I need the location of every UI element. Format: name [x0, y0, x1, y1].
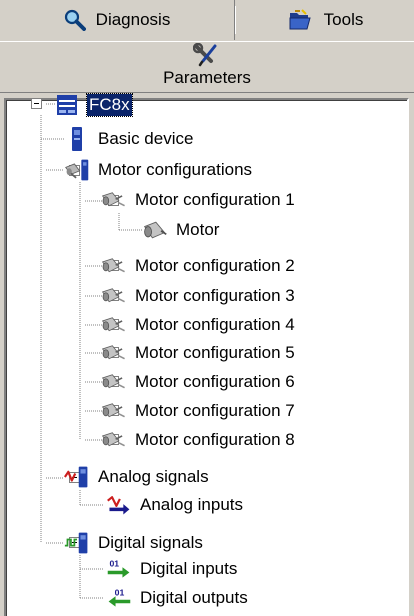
tree-node-motor-configuration-2-label: Motor configuration 2: [135, 256, 295, 275]
tree-node-motor-label: Motor: [176, 220, 220, 239]
tree-node-motor-configuration-3[interactable]: Motor configuration 3: [101, 283, 297, 309]
tree-node-motor-configurations[interactable]: Motor configurations: [64, 157, 254, 183]
expander-root[interactable]: [31, 98, 42, 109]
motor-group-icon: [64, 157, 90, 183]
device-icon: [64, 126, 90, 152]
drive-unit-icon: [55, 92, 81, 118]
tree-node-motor[interactable]: Motor: [142, 217, 221, 243]
analog-signal-device-icon: [64, 464, 90, 490]
tab-tools-label: Tools: [323, 10, 364, 29]
digital-signal-device-icon: [64, 530, 90, 556]
motor-config-icon: [101, 340, 127, 366]
tree-node-motor-configurations-label: Motor configurations: [98, 160, 253, 179]
motor-config-icon: [101, 369, 127, 395]
tree-node-analog-signals[interactable]: Analog signals: [64, 464, 211, 490]
tree-node-digital-signals-label: Digital signals: [98, 533, 203, 552]
tree-node-motor-configuration-8-label: Motor configuration 8: [135, 430, 295, 449]
digital-input-icon: 01: [106, 556, 132, 582]
tree-node-root[interactable]: FC8x: [55, 92, 133, 118]
motor-config-icon: [101, 253, 127, 279]
parameter-panel: Diagnosis Tools Parameters FC8x Basic de…: [0, 0, 414, 616]
svg-text:01: 01: [115, 587, 125, 597]
tree-node-motor-configuration-3-label: Motor configuration 3: [135, 286, 295, 305]
digital-output-icon: 01: [106, 585, 132, 611]
tree-node-analog-signals-label: Analog signals: [98, 467, 209, 486]
tree-node-motor-configuration-4-label: Motor configuration 4: [135, 315, 295, 334]
tree-node-motor-configuration-6[interactable]: Motor configuration 6: [101, 369, 297, 395]
tree-node-motor-configuration-8[interactable]: Motor configuration 8: [101, 427, 297, 453]
tree-node-digital-outputs[interactable]: 01 Digital outputs: [106, 585, 250, 611]
tree-node-motor-configuration-6-label: Motor configuration 6: [135, 372, 295, 391]
tree-node-digital-inputs[interactable]: 01 Digital inputs: [106, 556, 239, 582]
tab-diagnosis-label: Diagnosis: [95, 10, 171, 29]
tab-tools[interactable]: Tools: [237, 0, 414, 40]
wrench-screwdriver-icon: [193, 42, 221, 67]
motor-config-icon: [101, 427, 127, 453]
tree-node-digital-outputs-label: Digital outputs: [140, 588, 248, 607]
analog-input-icon: [106, 492, 132, 518]
motor-config-icon: [101, 398, 127, 424]
tree-node-analog-inputs-label: Analog inputs: [140, 495, 244, 514]
tree-node-analog-inputs[interactable]: Analog inputs: [106, 492, 245, 518]
tab-parameters[interactable]: Parameters: [0, 41, 414, 93]
tree-node-motor-configuration-5-label: Motor configuration 5: [135, 343, 295, 362]
tree-node-digital-inputs-label: Digital inputs: [140, 559, 238, 578]
motor-config-icon: [101, 312, 127, 338]
tree-node-motor-configuration-2[interactable]: Motor configuration 2: [101, 253, 297, 279]
tab-parameters-label: Parameters: [163, 67, 251, 87]
motor-config-icon: [101, 187, 127, 213]
tree-node-motor-configuration-1[interactable]: Motor configuration 1: [101, 187, 297, 213]
motor-icon: [142, 217, 168, 243]
svg-text:01: 01: [109, 558, 119, 568]
tree-node-motor-configuration-4[interactable]: Motor configuration 4: [101, 312, 297, 338]
tree-node-basic-device-label: Basic device: [98, 129, 194, 148]
tree-node-motor-configuration-7-label: Motor configuration 7: [135, 401, 295, 420]
magnifier-icon: [64, 9, 86, 31]
tree-node-motor-configuration-5[interactable]: Motor configuration 5: [101, 340, 297, 366]
folder-open-icon: [288, 9, 314, 31]
tab-diagnosis[interactable]: Diagnosis: [0, 0, 236, 40]
tree-node-root-label: FC8x: [86, 93, 133, 117]
tree-node-digital-signals[interactable]: Digital signals: [64, 530, 205, 556]
tree-node-basic-device[interactable]: Basic device: [64, 126, 195, 152]
tree-node-motor-configuration-1-label: Motor configuration 1: [135, 190, 295, 209]
tree-node-motor-configuration-7[interactable]: Motor configuration 7: [101, 398, 297, 424]
motor-config-icon: [101, 283, 127, 309]
